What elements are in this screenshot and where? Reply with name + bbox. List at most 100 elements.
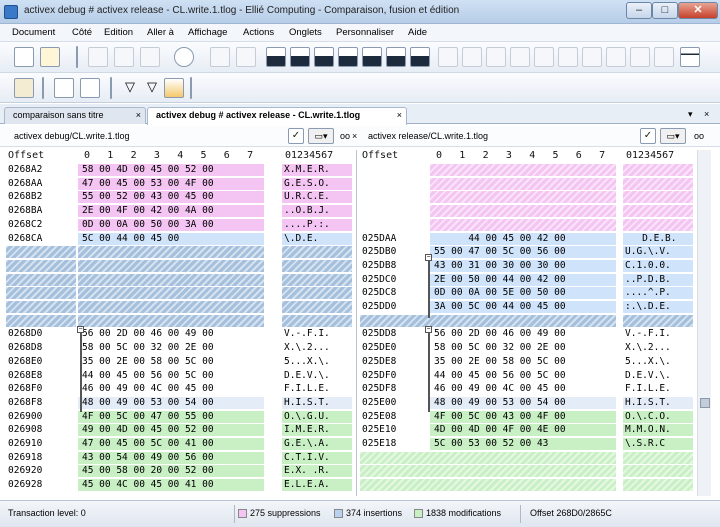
- redo-icon[interactable]: [236, 47, 256, 67]
- menu-document[interactable]: Document: [12, 27, 55, 38]
- right-open-dropdown-icon[interactable]: ▭▾: [660, 128, 686, 144]
- copy-left-icon[interactable]: [438, 47, 458, 67]
- right-collapse-icon[interactable]: −: [425, 326, 432, 333]
- left-hex-row[interactable]: [0, 259, 356, 272]
- menu-affichage[interactable]: Affichage: [188, 27, 227, 38]
- menu-onglets[interactable]: Onglets: [289, 27, 322, 38]
- document-compare-icon[interactable]: [80, 78, 100, 98]
- prev-diff-icon[interactable]: [290, 47, 310, 67]
- undo-icon[interactable]: [210, 47, 230, 67]
- right-hex-row[interactable]: [358, 191, 696, 204]
- right-hex-row[interactable]: [358, 218, 696, 231]
- accept-icon[interactable]: [606, 47, 626, 67]
- right-hex-row[interactable]: 025DAA 44 00 45 00 42 00 D.E.B.: [358, 232, 696, 245]
- right-hex-row[interactable]: 025DF0 44 00 45 00 56 00 5C 00 D.E.V.\.: [358, 370, 696, 382]
- left-hex-row[interactable]: 026920 45 00 58 00 20 00 52 00 E.X. .R.: [0, 465, 356, 478]
- left-hex-row[interactable]: 0268A2 58 00 4D 00 45 00 52 00 X.M.E.R.: [0, 164, 356, 176]
- maximize-button[interactable]: □: [652, 2, 678, 19]
- vertical-scrollbar[interactable]: [697, 150, 711, 496]
- tab-comparaison-sans-titre[interactable]: comparaison sans titre ×: [4, 107, 146, 124]
- right-hex-row[interactable]: 025E08 4F 00 5C 00 43 00 4F 00 O.\.C.O.: [358, 410, 696, 423]
- merge-all-icon[interactable]: [582, 47, 602, 67]
- left-hex-row[interactable]: 0268D8 58 00 5C 00 32 00 2E 00 X.\.2...: [0, 342, 356, 354]
- left-hex-row[interactable]: 026928 45 00 4C 00 45 00 41 00 E.L.E.A.: [0, 479, 356, 492]
- right-hex-row[interactable]: 025DC0 2E 00 50 00 44 00 42 00 ..P.D.B.: [358, 273, 696, 286]
- left-hex-row[interactable]: [0, 301, 356, 313]
- right-hex-row[interactable]: [358, 177, 696, 190]
- minimize-button[interactable]: –: [626, 2, 652, 19]
- filter-icon[interactable]: ▽: [120, 78, 140, 98]
- right-hex-row[interactable]: 025DD8 56 00 2D 00 46 00 49 00 V.-.F.I.: [358, 328, 696, 340]
- save-icon[interactable]: [88, 47, 108, 67]
- filter-off-icon[interactable]: ▽: [142, 78, 162, 98]
- menu-aide[interactable]: Aide: [408, 27, 427, 38]
- right-hex-row[interactable]: [358, 479, 696, 492]
- menu-actions[interactable]: Actions: [243, 27, 274, 38]
- wand-icon[interactable]: [40, 47, 60, 67]
- last-diff-icon[interactable]: [338, 47, 358, 67]
- close-window-button[interactable]: ✕: [678, 2, 718, 19]
- left-hex-row[interactable]: 0268F0 46 00 49 00 4C 00 45 00 F.I.L.E.: [0, 383, 356, 395]
- left-collapse-icon[interactable]: −: [77, 326, 84, 333]
- menu-cote[interactable]: Côté: [72, 27, 92, 38]
- save-as-icon[interactable]: [114, 47, 134, 67]
- right-hex-row[interactable]: 025DF8 46 00 49 00 4C 00 45 00 F.I.L.E.: [358, 383, 696, 395]
- scrollbar-thumb[interactable]: [700, 398, 710, 408]
- right-hex-row[interactable]: 025E10 4D 00 4D 00 4F 00 4E 00 M.M.O.N.: [358, 424, 696, 437]
- reject-icon[interactable]: [630, 47, 650, 67]
- menu-edition[interactable]: Edition: [104, 27, 133, 38]
- next-conflict-icon[interactable]: [386, 47, 406, 67]
- left-hex-row[interactable]: 0268CA 5C 00 44 00 45 00 \.D.E.: [0, 232, 356, 245]
- save-all-icon[interactable]: [140, 47, 160, 67]
- first-diff-icon[interactable]: [266, 47, 286, 67]
- left-hex-row[interactable]: [0, 246, 356, 259]
- layout-icon[interactable]: [654, 47, 674, 67]
- left-hex-row[interactable]: 0268D0 56 00 2D 00 46 00 49 00 V.-.F.I.: [0, 328, 356, 340]
- copy-right-icon[interactable]: [462, 47, 482, 67]
- copy-block-left-icon[interactable]: [486, 47, 506, 67]
- left-glasses-icon[interactable]: oo: [340, 131, 350, 141]
- left-hex-row[interactable]: [0, 314, 356, 327]
- right-hex-row[interactable]: 025DE0 58 00 5C 00 32 00 2E 00 X.\.2...: [358, 342, 696, 354]
- tab-list-icon[interactable]: ▾: [688, 109, 693, 120]
- left-hex-row[interactable]: 0268E8 44 00 45 00 56 00 5C 00 D.E.V.\.: [0, 370, 356, 382]
- left-hex-row[interactable]: 0268C2 0D 00 0A 00 50 00 3A 00 ....P.:.: [0, 218, 356, 231]
- left-hex-row[interactable]: 0268AA 47 00 45 00 53 00 4F 00 G.E.S.O.: [0, 177, 356, 190]
- right-moved-collapse-icon[interactable]: −: [425, 254, 432, 261]
- folder-icon[interactable]: [14, 78, 34, 98]
- merge-left-icon[interactable]: [534, 47, 554, 67]
- left-hex-row[interactable]: 026910 47 00 45 00 5C 00 41 00 G.E.\.A.: [0, 438, 356, 450]
- right-path[interactable]: activex release/CL.write.1.tlog: [368, 131, 488, 141]
- copy-block-right-icon[interactable]: [510, 47, 530, 67]
- right-hex-row[interactable]: 025DB0 55 00 47 00 5C 00 56 00 U.G.\.V.: [358, 246, 696, 259]
- prev-conflict-icon[interactable]: [362, 47, 382, 67]
- left-path[interactable]: activex debug/CL.write.1.tlog: [14, 131, 130, 141]
- next-diff-icon[interactable]: [314, 47, 334, 67]
- right-hex-row[interactable]: 025E00 48 00 49 00 53 00 54 00 H.I.S.T.: [358, 396, 696, 409]
- right-hex-row[interactable]: [358, 205, 696, 218]
- left-hex-row[interactable]: 0268B2 55 00 52 00 43 00 45 00 U.R.C.E.: [0, 191, 356, 204]
- right-glasses-icon[interactable]: oo: [694, 131, 704, 141]
- right-hex-row[interactable]: [358, 451, 696, 464]
- right-hex-row[interactable]: 025DB8 43 00 31 00 30 00 30 00 C.1.0.0.: [358, 259, 696, 272]
- path-close-icon[interactable]: ×: [352, 131, 357, 141]
- right-validate-icon[interactable]: ✓: [640, 128, 656, 144]
- right-hex-row[interactable]: 025DD0 3A 00 5C 00 44 00 45 00:.\.D.E.: [358, 301, 696, 313]
- right-hex-row[interactable]: [358, 314, 696, 327]
- menu-personnaliser[interactable]: Personnaliser: [336, 27, 394, 38]
- jump-diff-icon[interactable]: [410, 47, 430, 67]
- document-options-icon[interactable]: [54, 78, 74, 98]
- left-hex-row[interactable]: 026908 49 00 4D 00 45 00 52 00 I.M.E.R.: [0, 424, 356, 437]
- new-compare-icon[interactable]: [14, 47, 34, 67]
- right-hex-row[interactable]: 025E18 5C 00 53 00 52 00 43 \.S.R.C: [358, 438, 696, 450]
- left-hex-row[interactable]: [0, 287, 356, 300]
- refresh-icon[interactable]: [174, 47, 194, 67]
- menu-aller-a[interactable]: Aller à: [147, 27, 174, 38]
- left-open-dropdown-icon[interactable]: ▭▾: [308, 128, 334, 144]
- left-hex-row[interactable]: 0268E0 35 00 2E 00 58 00 5C 00 5...X.\.: [0, 356, 356, 368]
- left-hex-row[interactable]: 0268F8 48 00 49 00 53 00 54 00 H.I.S.T.: [0, 396, 356, 409]
- left-hex-row[interactable]: 026900 4F 00 5C 00 47 00 55 00 O.\.G.U.: [0, 410, 356, 423]
- right-hex-row[interactable]: 025DE8 35 00 2E 00 58 00 5C 00 5...X.\.: [358, 356, 696, 368]
- right-hex-row[interactable]: [358, 164, 696, 176]
- left-hex-row[interactable]: 026918 43 00 54 00 49 00 56 00 C.T.I.V.: [0, 451, 356, 464]
